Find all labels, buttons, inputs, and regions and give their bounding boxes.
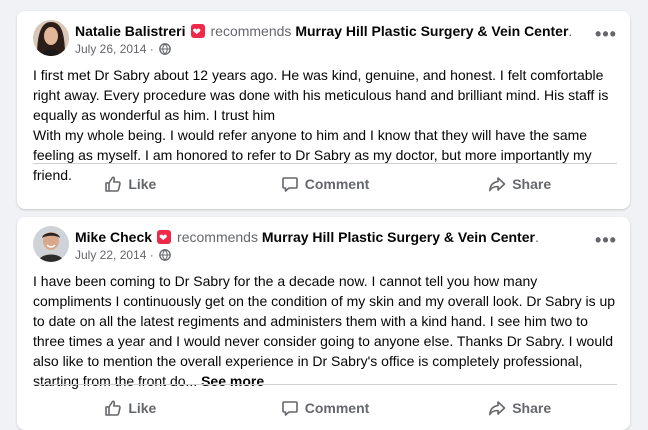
review-paragraph-text: I have been coming to Dr Sabry for the a… xyxy=(33,273,616,389)
divider xyxy=(33,384,617,385)
recommends-text: recommends xyxy=(210,23,292,39)
post-date-line: July 26, 2014 · xyxy=(75,42,171,58)
divider xyxy=(33,163,617,164)
review-paragraph: I have been coming to Dr Sabry for the a… xyxy=(33,271,616,391)
comment-bubble-icon xyxy=(281,399,299,417)
like-label: Like xyxy=(128,400,157,416)
globe-icon xyxy=(159,249,171,264)
like-button[interactable]: Like xyxy=(33,169,228,199)
avatar[interactable] xyxy=(33,20,69,56)
recommendation-heart-icon xyxy=(157,229,172,248)
thumbs-up-icon xyxy=(104,175,122,193)
share-button[interactable]: Share xyxy=(422,169,617,199)
page-suffix: . xyxy=(568,23,573,39)
review-card: Natalie Balistreri recommends Murray Hill… xyxy=(17,11,630,209)
recommendation-heart-icon xyxy=(190,23,205,42)
page-suffix: . xyxy=(534,229,539,245)
recommends-text: recommends xyxy=(177,229,258,245)
like-label: Like xyxy=(128,176,157,192)
post-header: Mike Check recommends Murray Hill Plastic… xyxy=(33,226,616,268)
comment-bubble-icon xyxy=(281,175,299,193)
author-name[interactable]: Mike Check xyxy=(75,229,152,245)
comment-button[interactable]: Comment xyxy=(228,169,423,199)
author-name[interactable]: Natalie Balistreri xyxy=(75,23,186,39)
like-button[interactable]: Like xyxy=(33,393,228,423)
review-text: I have been coming to Dr Sabry for the a… xyxy=(33,271,616,391)
share-label: Share xyxy=(512,176,552,192)
action-bar: Like Comment Share xyxy=(33,393,617,423)
review-paragraph: I first met Dr Sabry about 12 years ago.… xyxy=(33,67,609,123)
avatar[interactable] xyxy=(33,226,69,262)
post-date-line: July 22, 2014 · xyxy=(75,248,171,264)
post-title-line: Mike Check recommends Murray Hill Plastic… xyxy=(75,228,539,248)
page-name-link[interactable]: Murray Hill Plastic Surgery & Vein Cente… xyxy=(262,229,535,245)
comment-label: Comment xyxy=(304,400,370,416)
post-date[interactable]: July 26, 2014 · xyxy=(75,42,154,56)
share-label: Share xyxy=(512,400,552,416)
post-date[interactable]: July 22, 2014 · xyxy=(75,248,154,262)
post-title-line: Natalie Balistreri recommends Murray Hill… xyxy=(75,22,573,42)
thumbs-up-icon xyxy=(104,399,122,417)
review-card: Mike Check recommends Murray Hill Plastic… xyxy=(17,217,630,430)
globe-icon xyxy=(159,43,171,58)
share-arrow-icon xyxy=(488,175,506,193)
more-options-icon[interactable]: ••• xyxy=(594,25,618,50)
see-more-link[interactable]: See more xyxy=(201,373,264,389)
action-bar: Like Comment Share xyxy=(33,169,617,199)
share-button[interactable]: Share xyxy=(422,393,617,423)
post-header: Natalie Balistreri recommends Murray Hill… xyxy=(33,20,616,62)
more-options-icon[interactable]: ••• xyxy=(594,231,618,256)
review-text: I first met Dr Sabry about 12 years ago.… xyxy=(33,65,616,185)
page-name-link[interactable]: Murray Hill Plastic Surgery & Vein Cente… xyxy=(295,23,568,39)
comment-label: Comment xyxy=(304,176,370,192)
share-arrow-icon xyxy=(488,399,506,417)
comment-button[interactable]: Comment xyxy=(228,393,423,423)
